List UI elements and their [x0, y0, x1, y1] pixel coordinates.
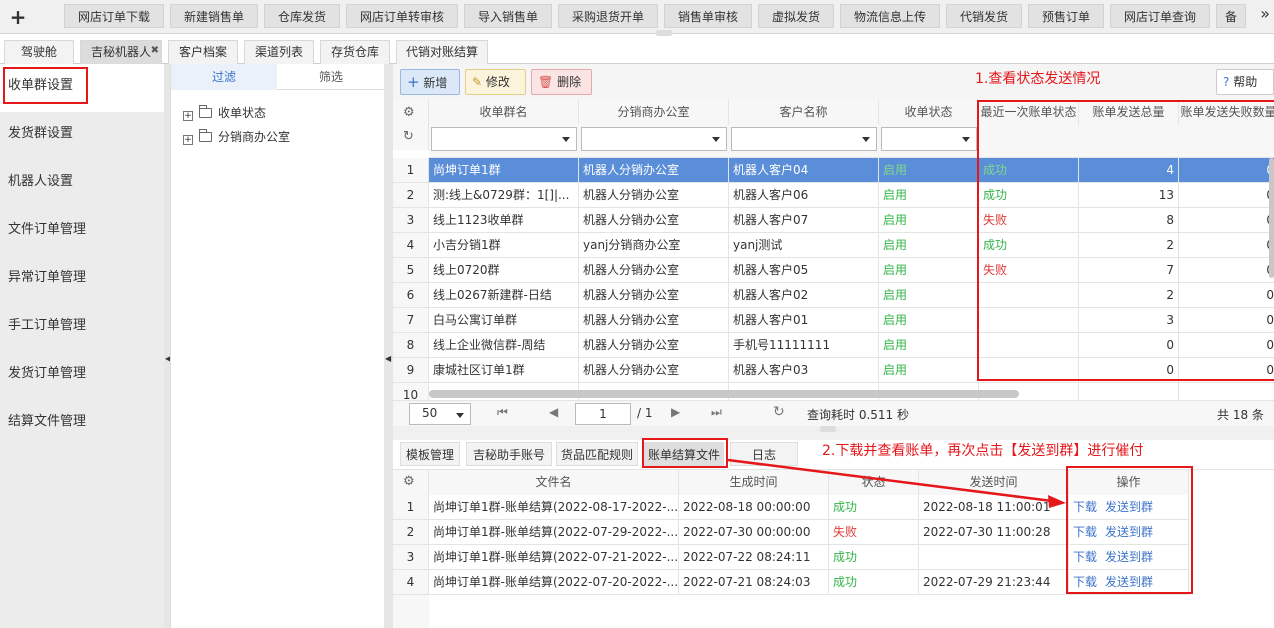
- annotation-arrow: [727, 458, 1066, 508]
